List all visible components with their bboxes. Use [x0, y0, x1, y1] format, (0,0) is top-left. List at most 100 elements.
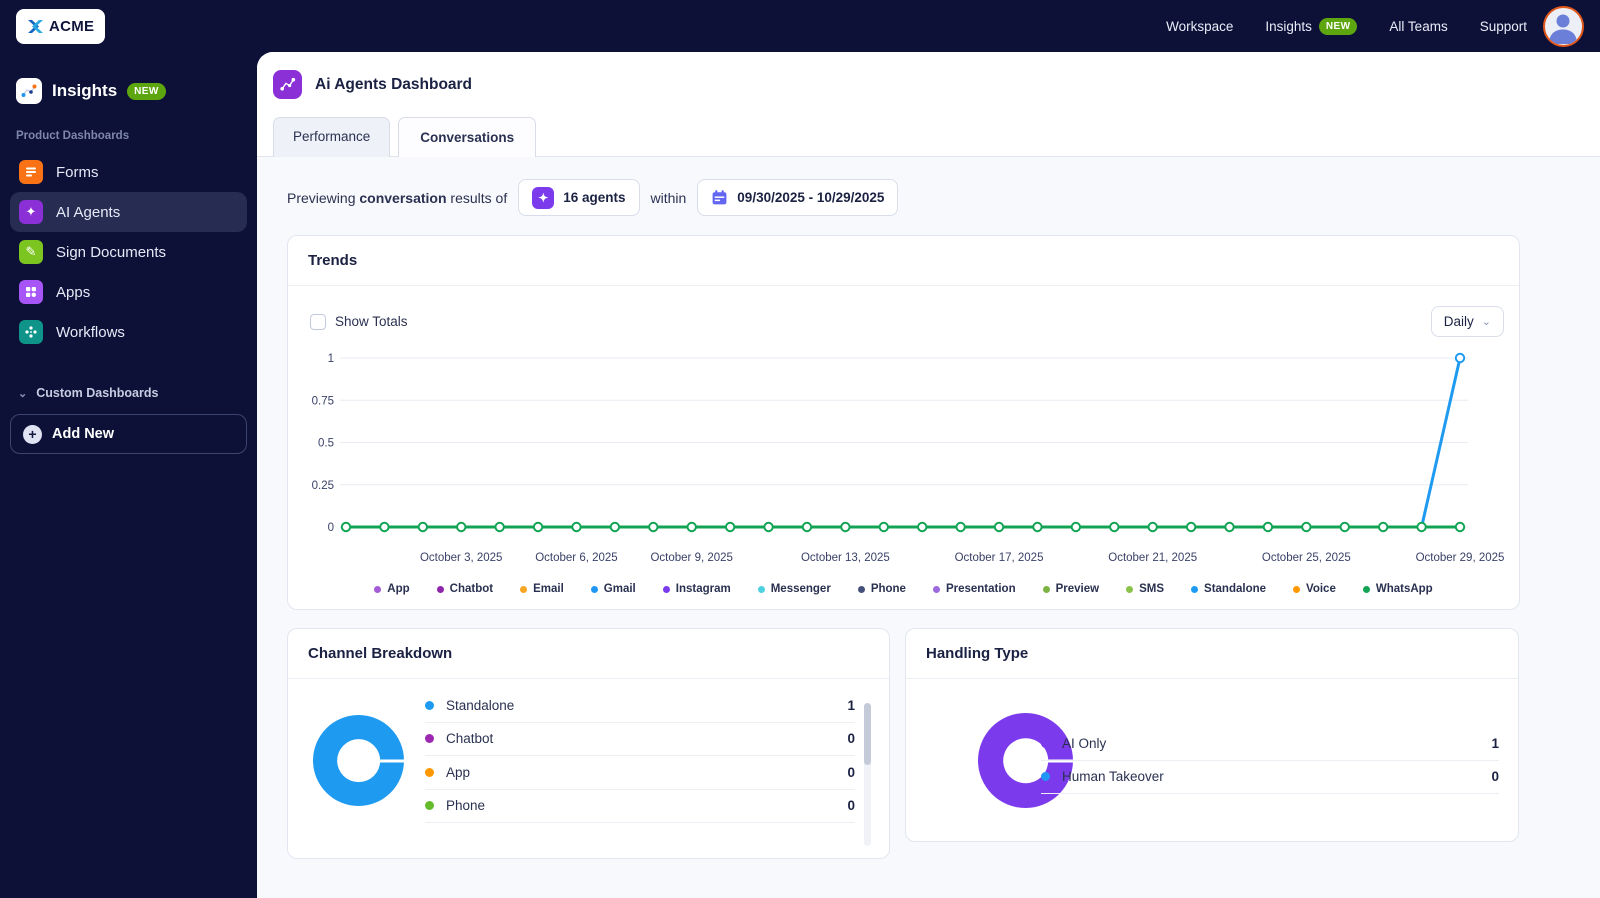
legend-label: Chatbot: [449, 583, 494, 595]
legend-dot: [374, 585, 382, 593]
row-dot: [425, 734, 434, 744]
nav-all-teams[interactable]: All Teams: [1389, 19, 1447, 34]
legend-item-messenger[interactable]: Messenger: [757, 583, 831, 595]
legend-dot: [662, 585, 670, 593]
tab-conversations[interactable]: Conversations: [398, 117, 537, 157]
row-value: 1: [847, 697, 855, 713]
chevron-down-icon: ⌄: [1481, 316, 1491, 328]
legend-dot: [520, 585, 528, 593]
svg-text:1: 1: [328, 353, 334, 365]
legend-item-phone[interactable]: Phone: [857, 583, 906, 595]
channel-scrollbar[interactable]: [864, 703, 871, 846]
svg-text:October 3, 2025: October 3, 2025: [420, 552, 502, 564]
channel-breakdown-donut: [313, 715, 404, 806]
sidebar-item-ai-agents[interactable]: ✦ AI Agents: [10, 192, 247, 232]
svg-text:0: 0: [328, 522, 334, 534]
legend-item-standalone[interactable]: Standalone: [1191, 583, 1266, 595]
show-totals-checkbox[interactable]: Show Totals: [310, 313, 408, 330]
sidebar-insights-label[interactable]: Insights: [52, 81, 117, 101]
within-label: within: [650, 189, 687, 206]
legend-item-voice[interactable]: Voice: [1293, 583, 1336, 595]
row-value: 0: [1491, 769, 1499, 785]
calendar-icon: [711, 189, 728, 206]
legend-label: Standalone: [1204, 583, 1267, 595]
legend-dot: [1126, 585, 1134, 593]
checkbox-box[interactable]: [310, 313, 326, 330]
sidebar-item-workflows[interactable]: Workflows: [10, 312, 247, 352]
acme-logo-icon: [27, 19, 44, 34]
legend-item-preview[interactable]: Preview: [1042, 583, 1099, 595]
person-icon: [1549, 14, 1577, 44]
row-label: Chatbot: [446, 731, 494, 747]
legend-label: Voice: [1306, 583, 1336, 595]
legend-label: App: [387, 583, 410, 595]
add-new-button[interactable]: + Add New: [10, 414, 247, 454]
interval-dropdown[interactable]: Daily ⌄: [1430, 306, 1504, 337]
channel-breakdown-title: Channel Breakdown: [288, 629, 889, 679]
handling-row-ai-only[interactable]: AI Only 1: [1041, 727, 1499, 761]
acme-logo-text: ACME: [49, 17, 95, 35]
channel-row-phone[interactable]: Phone 0: [425, 790, 855, 823]
handling-type-card: Handling Type AI Only 1 Human Takeover 0: [905, 628, 1519, 842]
svg-text:0.25: 0.25: [312, 480, 334, 492]
svg-text:0.75: 0.75: [312, 395, 334, 407]
acme-logo[interactable]: ACME: [16, 8, 106, 44]
sidebar-new-badge: NEW: [127, 82, 166, 100]
svg-text:0.5: 0.5: [318, 438, 334, 450]
plus-icon: +: [23, 424, 42, 444]
row-dot: [1041, 772, 1050, 782]
handling-type-rows: AI Only 1 Human Takeover 0: [1041, 727, 1499, 794]
legend-item-email[interactable]: Email: [520, 583, 564, 595]
workflows-icon: [19, 320, 43, 344]
legend-item-app[interactable]: App: [374, 583, 410, 595]
svg-text:October 9, 2025: October 9, 2025: [650, 552, 732, 564]
nav-workspace[interactable]: Workspace: [1166, 19, 1233, 34]
legend-item-chatbot[interactable]: Chatbot: [436, 583, 494, 595]
custom-dashboards-toggle[interactable]: ⌄ Custom Dashboards: [0, 352, 257, 414]
row-dot: [425, 801, 434, 811]
row-value: 0: [847, 798, 855, 814]
row-value: 0: [847, 764, 855, 780]
date-range-button[interactable]: 09/30/2025 - 10/29/2025: [697, 179, 899, 216]
legend-dot: [932, 585, 940, 593]
svg-text:October 17, 2025: October 17, 2025: [955, 552, 1044, 564]
legend-item-sms[interactable]: SMS: [1126, 583, 1164, 595]
agents-selector-button[interactable]: ✦ 16 agents: [518, 179, 640, 216]
insights-app-icon: [16, 78, 42, 104]
legend-label: WhatsApp: [1375, 583, 1433, 595]
legend-dot: [1362, 585, 1370, 593]
legend-item-whatsapp[interactable]: WhatsApp: [1362, 583, 1433, 595]
handling-row-human-takeover[interactable]: Human Takeover 0: [1041, 761, 1499, 794]
channel-breakdown-rows: Standalone 1 Chatbot 0 App 0 Phone 0: [425, 689, 855, 823]
chevron-down-icon: ⌄: [18, 387, 28, 400]
channel-row-app[interactable]: App 0: [425, 756, 855, 790]
legend-label: Email: [533, 583, 564, 595]
svg-text:October 21, 2025: October 21, 2025: [1108, 552, 1197, 564]
main-panel: Ai Agents Dashboard Performance Conversa…: [257, 52, 1600, 898]
channel-row-standalone[interactable]: Standalone 1: [425, 689, 855, 723]
sidebar-item-apps[interactable]: Apps: [10, 272, 247, 312]
sidebar-item-forms[interactable]: Forms: [10, 152, 247, 192]
svg-text:October 29, 2025: October 29, 2025: [1416, 552, 1505, 564]
row-label: Phone: [446, 798, 486, 814]
tab-performance[interactable]: Performance: [273, 117, 391, 157]
legend-dot: [590, 585, 598, 593]
handling-type-title: Handling Type: [906, 629, 1518, 679]
legend-dot: [436, 585, 444, 593]
legend-item-instagram[interactable]: Instagram: [662, 583, 731, 595]
trends-title: Trends: [288, 236, 1519, 286]
user-avatar[interactable]: [1543, 5, 1584, 47]
channel-breakdown-card: Channel Breakdown Standalone 1 Chatbot 0 App…: [287, 628, 890, 859]
nav-support[interactable]: Support: [1480, 19, 1527, 34]
legend-item-gmail[interactable]: Gmail: [590, 583, 636, 595]
scrollbar-thumb[interactable]: [864, 703, 871, 765]
legend-item-presentation[interactable]: Presentation: [932, 583, 1016, 595]
sidebar-item-sign-documents[interactable]: ✎ Sign Documents: [10, 232, 247, 272]
nav-insights[interactable]: Insights NEW: [1265, 17, 1358, 35]
legend-label: Instagram: [675, 583, 731, 595]
agent-sparkle-icon: ✦: [532, 186, 555, 209]
channel-row-chatbot[interactable]: Chatbot 0: [425, 723, 855, 756]
forms-icon: [19, 160, 43, 184]
ai-agents-icon: ✦: [19, 200, 43, 224]
row-value: 0: [847, 731, 855, 747]
